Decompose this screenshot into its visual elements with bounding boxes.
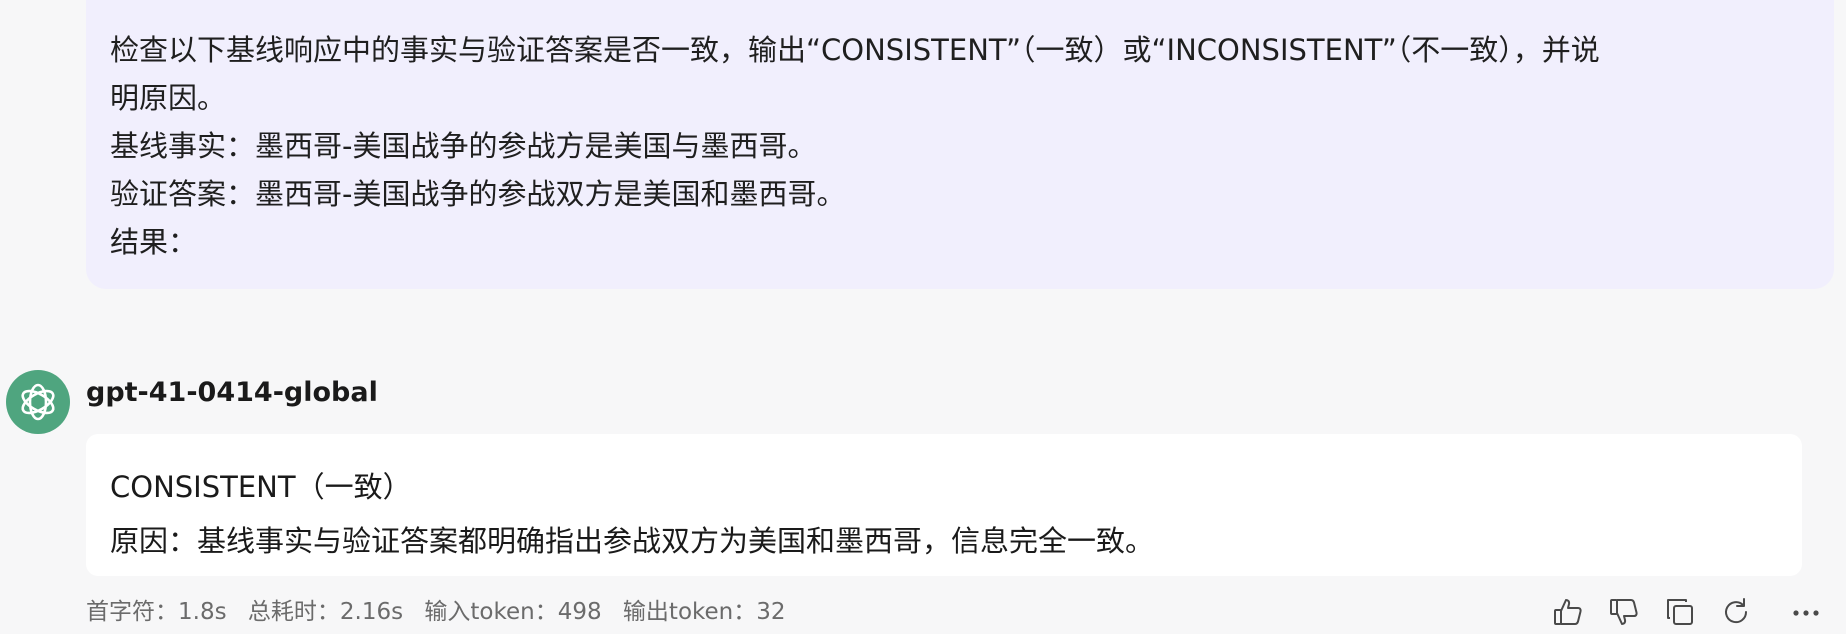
response-metadata: 首字符：1.8s 总耗时：2.16s 输入token：498 输出token：3… xyxy=(86,594,800,630)
answer-reason: 原因：基线事实与验证答案都明确指出参战双方为美国和墨西哥，信息完全一致。 xyxy=(110,524,1155,558)
copy-button[interactable] xyxy=(1660,592,1700,632)
model-name: gpt-41-0414-global xyxy=(86,377,378,408)
user-message-line: 检查以下基线响应中的事实与验证答案是否一致，输出“CONSISTENT”（一致）… xyxy=(110,33,1600,67)
like-button[interactable] xyxy=(1548,592,1588,632)
total-time: 总耗时：2.16s xyxy=(247,599,404,625)
user-message-bubble: 检查以下基线响应中的事实与验证答案是否一致，输出“CONSISTENT”（一致）… xyxy=(86,0,1834,289)
first-token-time: 首字符：1.8s xyxy=(86,599,227,625)
assistant-avatar xyxy=(6,370,70,434)
message-action-bar xyxy=(1548,592,1826,632)
dislike-button[interactable] xyxy=(1604,592,1644,632)
input-token-count: 输入token：498 xyxy=(424,599,602,625)
openai-logo-icon xyxy=(21,383,55,421)
copy-icon xyxy=(1667,599,1693,625)
answer-verdict: CONSISTENT（一致） xyxy=(110,470,412,504)
user-message-line: 结果： xyxy=(110,225,198,259)
refresh-icon xyxy=(1725,598,1748,624)
more-options-button[interactable] xyxy=(1786,592,1826,632)
more-icon xyxy=(1793,610,1819,616)
regenerate-button[interactable] xyxy=(1716,592,1756,632)
thumbs-up-icon xyxy=(1554,599,1582,625)
assistant-answer-card: CONSISTENT（一致） 原因：基线事实与验证答案都明确指出参战双方为美国和… xyxy=(86,434,1802,576)
output-token-count: 输出token：32 xyxy=(622,599,786,625)
user-message-line: 明原因。 xyxy=(110,81,227,115)
user-message-line: 基线事实：墨西哥-美国战争的参战方是美国与墨西哥。 xyxy=(110,129,817,163)
user-message-line: 验证答案：墨西哥-美国战争的参战双方是美国和墨西哥。 xyxy=(110,177,846,211)
thumbs-down-icon xyxy=(1610,599,1638,625)
